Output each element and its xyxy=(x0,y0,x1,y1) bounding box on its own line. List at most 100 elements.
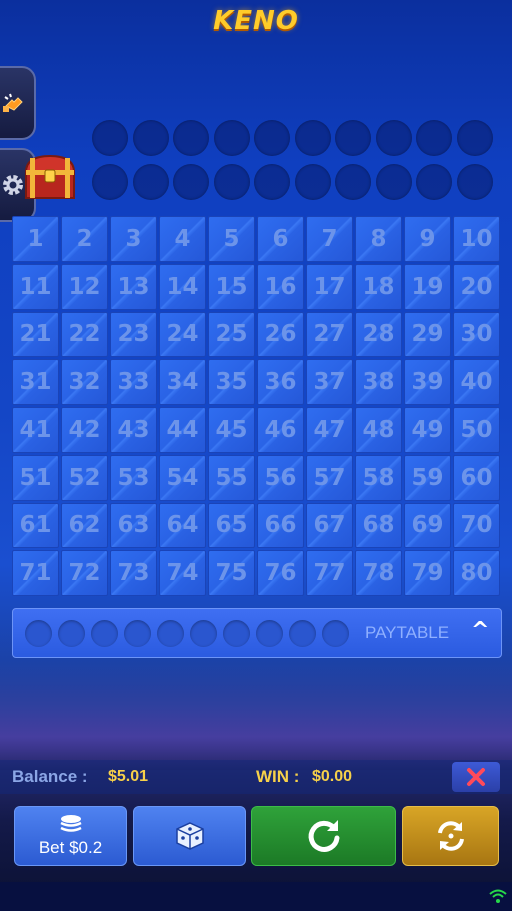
number-cell[interactable]: 16 xyxy=(257,263,304,310)
number-cell[interactable]: 45 xyxy=(208,407,255,453)
number-cell[interactable]: 40 xyxy=(453,359,500,405)
number-cell[interactable]: 58 xyxy=(355,454,402,501)
number-cell[interactable]: 11 xyxy=(12,263,59,310)
drawn-number-slot xyxy=(375,164,412,200)
number-cell[interactable]: 50 xyxy=(453,407,500,453)
autoplay-icon xyxy=(437,821,464,851)
number-cell[interactable]: 59 xyxy=(404,454,451,501)
number-cell[interactable]: 46 xyxy=(257,407,304,453)
random-pick-button[interactable] xyxy=(133,806,246,866)
quick-pick-button[interactable] xyxy=(0,66,36,140)
number-cell[interactable]: 42 xyxy=(61,407,108,453)
number-cell[interactable]: 14 xyxy=(159,263,206,310)
number-cell[interactable]: 60 xyxy=(453,454,500,501)
number-cell[interactable]: 12 xyxy=(61,263,108,310)
number-cell[interactable]: 74 xyxy=(159,550,206,596)
number-cell[interactable]: 10 xyxy=(453,216,500,262)
number-cell[interactable]: 77 xyxy=(306,550,353,596)
number-cell[interactable]: 55 xyxy=(208,454,255,501)
number-cell[interactable]: 51 xyxy=(12,454,59,501)
number-cell[interactable]: 52 xyxy=(61,454,108,501)
number-cell[interactable]: 29 xyxy=(404,311,451,358)
number-cell[interactable]: 32 xyxy=(61,359,108,405)
number-cell[interactable]: 18 xyxy=(355,263,402,310)
number-cell[interactable]: 19 xyxy=(404,263,451,310)
number-cell[interactable]: 64 xyxy=(159,502,206,549)
number-cell[interactable]: 22 xyxy=(61,311,108,358)
treasure-chest-icon[interactable] xyxy=(22,150,78,202)
number-cell[interactable]: 79 xyxy=(404,550,451,596)
dice-icon xyxy=(175,822,204,850)
play-button[interactable] xyxy=(251,806,396,866)
number-cell[interactable]: 20 xyxy=(453,263,500,310)
number-cell[interactable]: 67 xyxy=(306,502,353,549)
number-cell[interactable]: 33 xyxy=(110,359,157,405)
number-cell[interactable]: 69 xyxy=(404,502,451,549)
number-cell[interactable]: 73 xyxy=(110,550,157,596)
number-cell[interactable]: 6 xyxy=(257,216,304,262)
number-cell[interactable]: 7 xyxy=(306,216,353,262)
number-cell[interactable]: 62 xyxy=(61,502,108,549)
number-cell[interactable]: 21 xyxy=(12,311,59,358)
drawn-number-slot xyxy=(213,120,250,156)
refresh-play-icon xyxy=(308,820,339,852)
number-cell[interactable]: 28 xyxy=(355,311,402,358)
number-cell[interactable]: 27 xyxy=(306,311,353,358)
number-cell[interactable]: 25 xyxy=(208,311,255,358)
number-cell[interactable]: 34 xyxy=(159,359,206,405)
number-cell[interactable]: 78 xyxy=(355,550,402,596)
number-cell[interactable]: 72 xyxy=(61,550,108,596)
number-cell[interactable]: 63 xyxy=(110,502,157,549)
number-cell[interactable]: 30 xyxy=(453,311,500,358)
number-cell[interactable]: 61 xyxy=(12,502,59,549)
number-cell[interactable]: 38 xyxy=(355,359,402,405)
drawn-number-slot xyxy=(132,120,169,156)
drawn-numbers-tray xyxy=(92,120,497,202)
number-cell[interactable]: 66 xyxy=(257,502,304,549)
drawn-number-slot xyxy=(92,164,128,200)
number-cell[interactable]: 24 xyxy=(159,311,206,358)
number-cell[interactable]: 15 xyxy=(208,263,255,310)
number-cell[interactable]: 9 xyxy=(404,216,451,262)
number-cell[interactable]: 53 xyxy=(110,454,157,501)
number-cell[interactable]: 2 xyxy=(61,216,108,262)
autoplay-button[interactable] xyxy=(402,806,499,866)
paytable-bar[interactable]: PAYTABLE ^ xyxy=(12,608,502,658)
number-cell[interactable]: 71 xyxy=(12,550,59,596)
bet-button[interactable]: Bet $0.2 xyxy=(14,806,127,866)
chevron-up-icon[interactable]: ^ xyxy=(471,618,489,643)
number-cell[interactable]: 13 xyxy=(110,263,157,310)
number-cell[interactable]: 65 xyxy=(208,502,255,549)
drawn-number-slot xyxy=(294,120,331,156)
number-cell[interactable]: 54 xyxy=(159,454,206,501)
number-cell[interactable]: 70 xyxy=(453,502,500,549)
number-cell[interactable]: 57 xyxy=(306,454,353,501)
number-cell[interactable]: 1 xyxy=(12,216,59,262)
number-cell[interactable]: 48 xyxy=(355,407,402,453)
number-cell[interactable]: 56 xyxy=(257,454,304,501)
number-cell[interactable]: 47 xyxy=(306,407,353,453)
number-cell[interactable]: 44 xyxy=(159,407,206,453)
number-cell[interactable]: 68 xyxy=(355,502,402,549)
number-cell[interactable]: 49 xyxy=(404,407,451,453)
number-cell[interactable]: 41 xyxy=(12,407,59,453)
number-cell[interactable]: 17 xyxy=(306,263,353,310)
number-cell[interactable]: 8 xyxy=(355,216,402,262)
number-cell[interactable]: 76 xyxy=(257,550,304,596)
clear-button[interactable] xyxy=(452,762,500,792)
drawn-number-slot xyxy=(416,164,452,200)
number-cell[interactable]: 4 xyxy=(159,216,206,262)
number-cell[interactable]: 80 xyxy=(453,550,500,596)
number-cell[interactable]: 5 xyxy=(208,216,255,262)
drawn-number-slot xyxy=(335,164,371,200)
number-cell[interactable]: 39 xyxy=(404,359,451,405)
number-cell[interactable]: 26 xyxy=(257,311,304,358)
number-cell[interactable]: 37 xyxy=(306,359,353,405)
number-cell[interactable]: 36 xyxy=(257,359,304,405)
number-cell[interactable]: 31 xyxy=(12,359,59,405)
number-cell[interactable]: 43 xyxy=(110,407,157,453)
number-cell[interactable]: 35 xyxy=(208,359,255,405)
number-cell[interactable]: 23 xyxy=(110,311,157,358)
number-cell[interactable]: 75 xyxy=(208,550,255,596)
number-cell[interactable]: 3 xyxy=(110,216,157,262)
